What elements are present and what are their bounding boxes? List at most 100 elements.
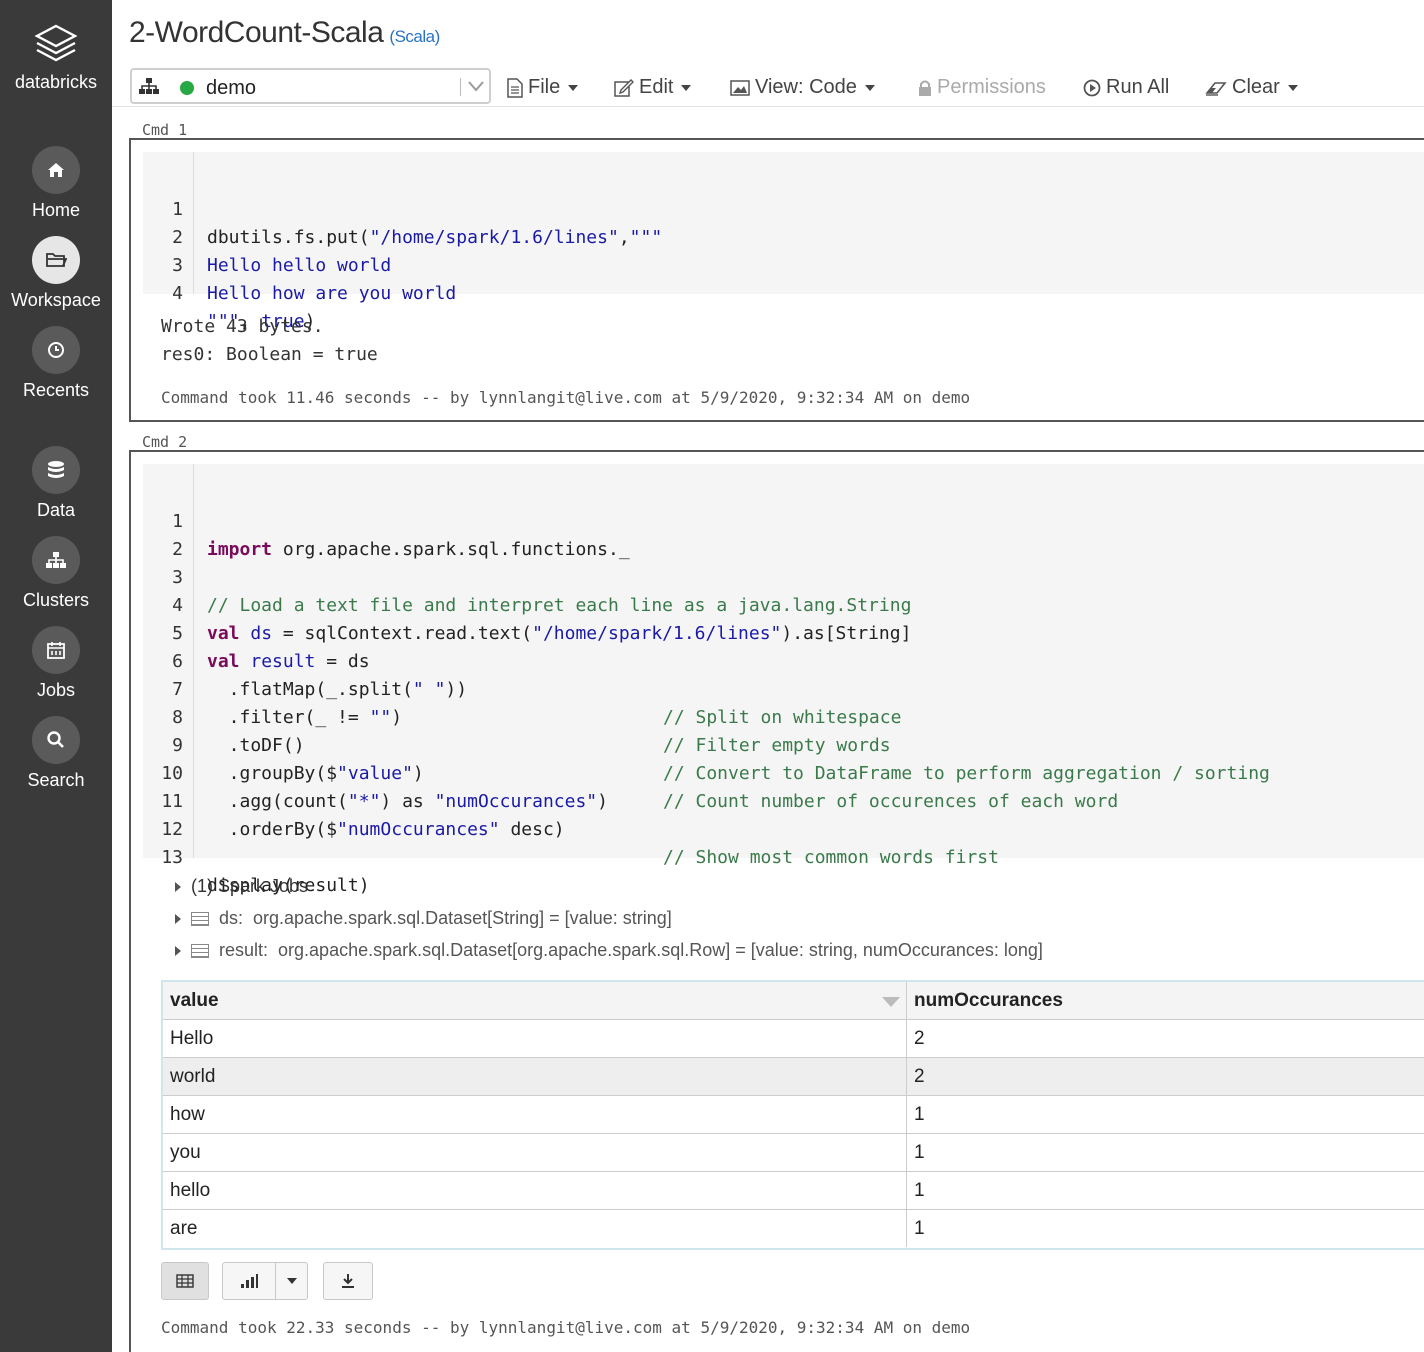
play-circle-icon	[1083, 79, 1101, 96]
cmd1-label: Cmd 1	[142, 121, 188, 139]
nav-clusters[interactable]: Clusters	[0, 536, 112, 611]
table-view-button[interactable]	[161, 1262, 209, 1300]
caret-down-icon	[681, 84, 692, 91]
table-cell: 2	[914, 1028, 925, 1049]
table-cell: hello	[163, 1172, 907, 1209]
column-header-numoccurances[interactable]: numOccurances	[907, 982, 1424, 1019]
table-cell: Hello	[163, 1020, 907, 1057]
clock-icon	[48, 342, 64, 358]
header-divider	[112, 106, 1424, 107]
spark-jobs-label: (1) Spark Jobs	[191, 876, 309, 896]
chart-options-dropdown[interactable]	[275, 1262, 308, 1300]
code-line: 2	[172, 539, 183, 560]
column-header-value[interactable]: value	[163, 982, 907, 1019]
result-name: result:	[219, 940, 269, 960]
cmd2-cell[interactable]: 1 import org.apache.spark.sql.functions.…	[129, 450, 1424, 1352]
nav-home[interactable]: Home	[0, 146, 112, 221]
databricks-logo[interactable]: databricks	[0, 22, 112, 93]
nav-workspace[interactable]: Workspace	[0, 236, 112, 311]
eraser-icon	[1205, 81, 1227, 96]
table-icon	[176, 1274, 194, 1288]
image-icon	[730, 79, 750, 96]
table-row: are 1	[163, 1210, 1424, 1248]
sort-icon[interactable]	[882, 997, 900, 1007]
cmd1-output-line: Wrote 43 bytes.	[161, 316, 324, 337]
cmd2-code-editor[interactable]: 1 import org.apache.spark.sql.functions.…	[143, 464, 1424, 896]
nav-search[interactable]: Search	[0, 716, 112, 791]
calendar-icon	[47, 642, 65, 659]
download-button[interactable]	[323, 1262, 373, 1300]
code-line: 9 .groupBy($"value") // Count number of …	[172, 735, 1119, 812]
spark-jobs-toggle[interactable]: (1) Spark Jobs	[175, 876, 308, 897]
cluster-icon	[139, 78, 159, 94]
result-schema-toggle[interactable]: result: org.apache.spark.sql.Dataset[org…	[175, 940, 1043, 961]
caret-right-icon	[175, 913, 181, 924]
sidebar: databricks Home Workspace Recents Data C…	[0, 0, 112, 1352]
nav-data[interactable]: Data	[0, 446, 112, 521]
nav-workspace-label: Workspace	[11, 290, 101, 310]
home-icon	[48, 163, 64, 177]
code-line: 10 .agg(count("*") as "numOccurances")	[161, 763, 608, 812]
file-icon	[507, 77, 523, 98]
result-type: org.apache.spark.sql.Dataset[org.apache.…	[278, 940, 1043, 960]
table-cell: how	[163, 1096, 907, 1133]
edit-icon	[614, 78, 634, 97]
folder-icon	[46, 253, 67, 267]
nav-jobs[interactable]: Jobs	[0, 626, 112, 701]
cmd1-code-editor[interactable]: 1 dbutils.fs.put("/home/spark/1.6/lines"…	[143, 152, 1424, 332]
code-line: 11 .orderBy($"numOccurances" desc) // Sh…	[161, 791, 999, 868]
cmd1-cell[interactable]: 1 dbutils.fs.put("/home/spark/1.6/lines"…	[129, 138, 1424, 422]
file-label: File	[528, 76, 561, 98]
table-cell: 2	[914, 1066, 925, 1087]
database-icon	[48, 461, 64, 478]
table-icon	[191, 943, 209, 958]
table-row: world 2	[163, 1058, 1424, 1096]
table-row: how 1	[163, 1096, 1424, 1134]
edit-menu[interactable]: Edit	[614, 76, 692, 99]
code-line: 13 display(result)	[161, 847, 370, 896]
run-all-button[interactable]: Run All	[1083, 76, 1169, 99]
caret-down-icon	[864, 84, 875, 91]
notebook-name[interactable]: 2-WordCount-Scala	[129, 16, 384, 49]
notebook-title: 2-WordCount-Scala (Scala)	[129, 16, 440, 50]
cmd2-label: Cmd 2	[142, 433, 188, 451]
chart-view-button[interactable]	[222, 1262, 276, 1300]
code-line: 5 val result = ds	[172, 623, 370, 672]
table-cell: 1	[914, 1180, 925, 1201]
code-line: 4 val ds = sqlContext.read.text("/home/s…	[172, 595, 912, 644]
code-line: 3 Hello how are you world	[172, 255, 457, 304]
code-line: 8 .toDF() // Convert to DataFrame to per…	[172, 707, 1270, 784]
clear-menu[interactable]: Clear	[1205, 76, 1298, 99]
view-label: View: Code	[755, 76, 857, 98]
view-menu[interactable]: View: Code	[730, 76, 875, 99]
nav-search-label: Search	[27, 770, 85, 790]
cmd1-output-line: res0: Boolean = true	[161, 344, 378, 365]
table-row: Hello 2	[163, 1020, 1424, 1058]
chevron-down-icon	[468, 81, 484, 92]
brand-name: databricks	[14, 72, 98, 92]
nav-clusters-label: Clusters	[22, 590, 89, 610]
result-table: value numOccurances Hello 2 world 2 how …	[161, 980, 1424, 1250]
file-menu[interactable]: File	[507, 76, 579, 99]
ds-type: org.apache.spark.sql.Dataset[String] = […	[253, 908, 672, 928]
cluster-icon	[46, 552, 66, 568]
nav-jobs-label: Jobs	[36, 680, 76, 700]
code-line: 1 import org.apache.spark.sql.functions.…	[172, 511, 630, 560]
select-divider	[460, 78, 461, 96]
clear-label: Clear	[1232, 76, 1280, 98]
nav-recents[interactable]: Recents	[0, 326, 112, 401]
cmd1-took-text: Command took 11.46 seconds -- by lynnlan…	[161, 388, 971, 407]
code-line: 4 """, true)	[172, 283, 316, 332]
run-all-label: Run All	[1106, 76, 1170, 98]
caret-down-icon	[1287, 84, 1298, 91]
cluster-selector[interactable]: demo	[130, 68, 491, 104]
edit-label: Edit	[639, 76, 674, 98]
table-icon	[191, 911, 209, 926]
table-row: you 1	[163, 1134, 1424, 1172]
table-cell: 1	[914, 1142, 925, 1163]
cmd2-took-text: Command took 22.33 seconds -- by lynnlan…	[161, 1318, 971, 1337]
cluster-name: demo	[206, 77, 257, 99]
ds-schema-toggle[interactable]: ds: org.apache.spark.sql.Dataset[String]…	[175, 908, 672, 929]
table-header-row: value numOccurances	[163, 982, 1424, 1020]
permissions-button[interactable]: Permissions	[918, 76, 1046, 99]
